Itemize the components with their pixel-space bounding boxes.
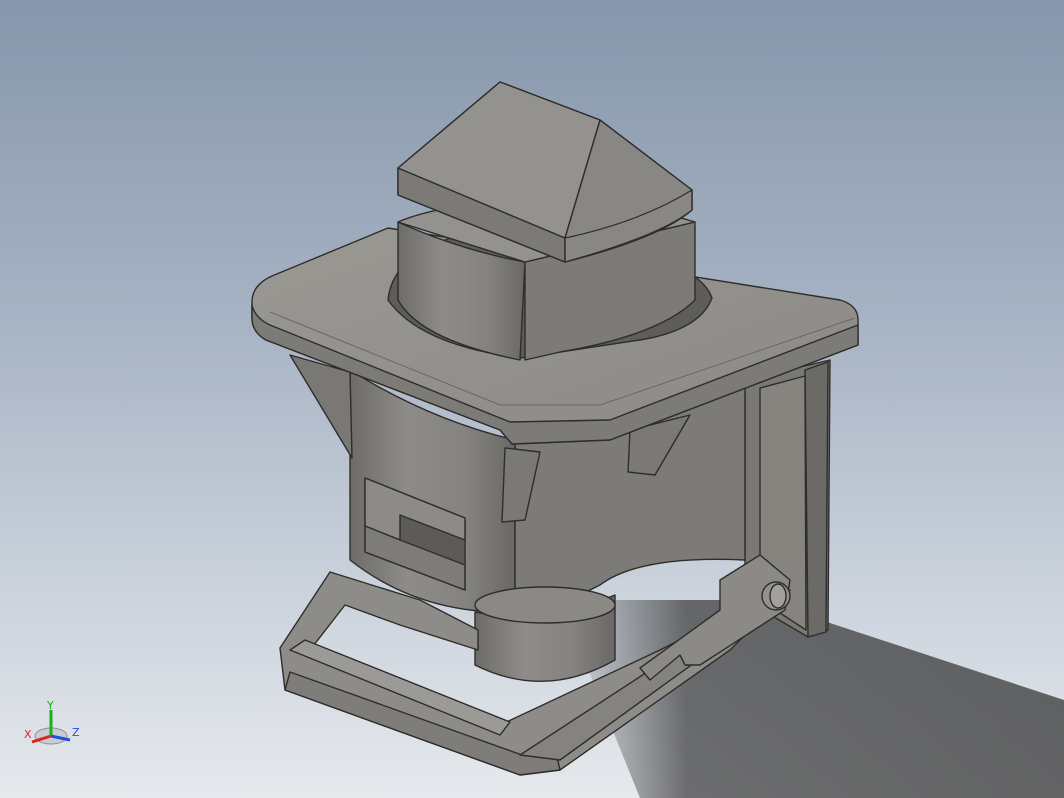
cad-graphics-area[interactable]: X Y Z bbox=[0, 0, 1064, 798]
gusset-left bbox=[289, 354, 353, 459]
x-axis-label: X bbox=[24, 728, 32, 741]
axis-triad: X Y Z bbox=[18, 699, 88, 760]
latch-3d-model[interactable] bbox=[0, 0, 1064, 798]
y-axis-label: Y bbox=[46, 700, 54, 712]
z-axis-label: Z bbox=[72, 726, 80, 739]
